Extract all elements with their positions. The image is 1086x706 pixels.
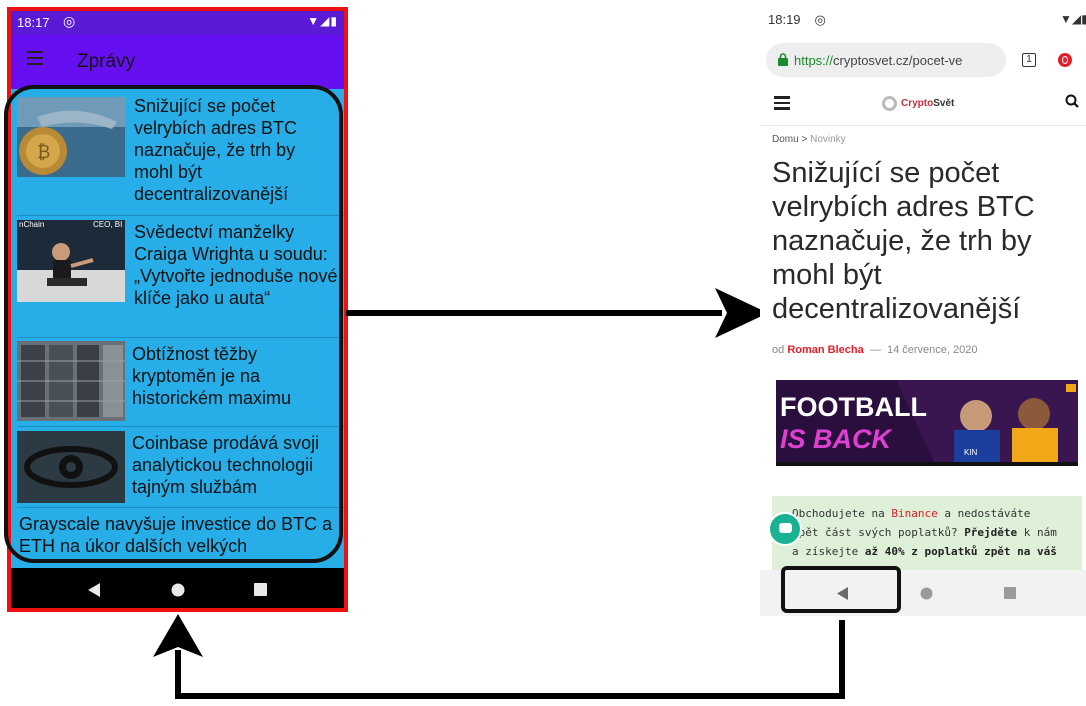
tabs-count-button[interactable]: 1 (1022, 53, 1036, 67)
search-icon[interactable] (1065, 94, 1079, 108)
home-circle-icon[interactable] (920, 587, 933, 600)
byline-dash: — (869, 344, 881, 356)
recents-square-icon[interactable] (1004, 587, 1016, 599)
ad-line-is-back: IS BACK (780, 424, 892, 454)
promo-text: a nedostáváte (937, 507, 1031, 520)
football-ad-banner[interactable]: FOOTBALL IS BACK KIN (776, 380, 1078, 466)
site-logo[interactable]: CryptoSvět (882, 96, 954, 111)
status-time: 18:19 (768, 12, 801, 27)
right-status-bar: 18:19 ◎ (768, 12, 826, 28)
article-byline: od Roman Blecha — 14 července, 2020 (772, 344, 978, 356)
binance-promo-box: Obchodujete na Binance a nedostáváte zpě… (772, 496, 1082, 576)
promo-bold-text: až 40% z poplatků zpět na váš (864, 545, 1057, 558)
ad-line-football: FOOTBALL (780, 392, 927, 422)
arrow-back-to-list (153, 612, 845, 699)
breadcrumb-current[interactable]: Novinky (810, 134, 846, 145)
url-scheme: https:// (794, 53, 834, 68)
article-title: Snižující se počet velrybích adres BTC n… (772, 157, 1035, 325)
url-host-path: cryptosvet.cz/pocet-ve (833, 53, 963, 68)
url-text: https://cryptosvet.cz/pocet-ve (794, 53, 999, 68)
promo-text: zpět část svých poplatků? (792, 526, 965, 539)
prejdete-link[interactable]: Přejděte (964, 526, 1017, 539)
promo-text: k nám (1017, 526, 1057, 539)
logo-ring-icon (882, 96, 897, 111)
chat-bubble-icon[interactable] (768, 512, 802, 546)
logo-text-crypto: Crypto (901, 98, 934, 110)
diagram-canvas: 18:17 ◎ ▼◢▮ Zprávy ₿ Snižující se počet … (0, 0, 1086, 706)
logo-text-svet: Svět (933, 98, 955, 110)
article-date: 14 července, 2020 (886, 344, 978, 356)
at-sign-icon: ◎ (814, 12, 826, 27)
binance-link[interactable]: Binance (891, 507, 937, 520)
hamburger-menu-icon[interactable] (774, 96, 790, 110)
signal-battery-icons: ▼◢▮ (1060, 12, 1086, 26)
promo-text: Obchodujete na (792, 507, 892, 520)
byline-prefix: od (772, 344, 785, 356)
arrow-right-to-article (346, 288, 768, 338)
breadcrumb-separator: > (801, 134, 808, 145)
breadcrumb: Domu > Novinky (772, 134, 846, 145)
ad-shirt-text: KIN (964, 448, 978, 457)
right-phone-screenshot: 18:19 ◎ ▼◢▮ https://cryptosvet.cz/pocet-v… (760, 0, 1086, 620)
back-button-highlight-outline (781, 566, 901, 613)
browser-menu-icon[interactable] (1058, 53, 1072, 67)
promo-text: a získejte (792, 545, 865, 558)
lock-icon (778, 53, 788, 66)
breadcrumb-home[interactable]: Domu (772, 134, 799, 145)
browser-url-bar[interactable]: https://cryptosvet.cz/pocet-ve (766, 43, 1006, 77)
author-link[interactable]: Roman Blecha (787, 344, 863, 356)
site-header: CryptoSvět (760, 88, 1086, 126)
